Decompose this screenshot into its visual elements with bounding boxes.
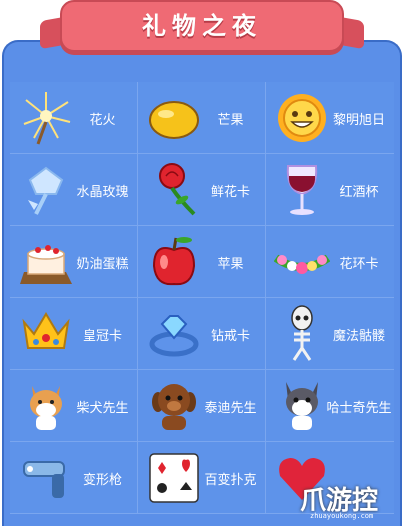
gift-label: 黎明旭日 [332,112,385,128]
gift-label: 花环卡 [339,256,379,272]
gift-item[interactable]: 花火 [10,82,138,154]
wine-glass-icon [286,165,318,215]
gift-item[interactable]: 苹果 [138,226,266,298]
gift-label: 奶油蛋糕 [76,256,129,272]
gift-label: 鲜花卡 [210,184,250,200]
gift-grid: 花火 芒果 黎明旭日 水晶玫瑰 鲜花卡 红酒杯 奶油蛋糕 苹果 花环卡 皇冠卡 … [10,82,394,514]
gift-item[interactable]: 钻戒卡 [138,298,266,370]
toy-gun-icon [23,461,65,498]
watermark: 爪游控 zhuayoukong.com [276,478,396,522]
gift-label: 钻戒卡 [210,328,250,344]
gift-item[interactable]: 水晶玫瑰 [10,154,138,226]
gift-item[interactable]: 奶油蛋糕 [10,226,138,298]
diamond-ring-icon [149,315,199,357]
apple-icon [152,237,196,286]
gift-label: 百变扑克 [204,472,257,488]
gift-item[interactable]: 鲜花卡 [138,154,266,226]
gift-item[interactable]: 芒果 [138,82,266,154]
gift-label: 魔法骷髅 [332,328,385,344]
cake-icon [20,245,72,284]
gift-item[interactable]: 哈士奇先生 [266,370,394,442]
gift-label: 水晶玫瑰 [76,184,129,200]
playing-cards-icon [149,453,199,503]
page-title: 礼物之夜 [142,12,262,40]
husky-icon [286,382,318,430]
gift-label: 泰迪先生 [204,400,257,416]
gift-item[interactable]: 泰迪先生 [138,370,266,442]
gift-item[interactable]: 变形枪 [10,442,138,514]
garland-icon [274,254,330,274]
gift-label: 花火 [89,112,116,128]
gift-label: 哈士奇先生 [326,400,392,416]
gift-label: 柴犬先生 [76,400,129,416]
gift-label: 皇冠卡 [82,328,122,344]
gift-label: 苹果 [217,256,244,272]
gift-item[interactable]: 红酒杯 [266,154,394,226]
mango-icon [149,101,199,139]
rose-icon [159,163,196,216]
shiba-icon [30,386,62,430]
gift-label: 芒果 [217,112,244,128]
gift-label: 红酒杯 [339,184,379,200]
gift-item[interactable]: 柴犬先生 [10,370,138,442]
gift-item[interactable]: 百变扑克 [138,442,266,514]
gift-item[interactable]: 皇冠卡 [10,298,138,370]
crown-icon [22,312,70,349]
gift-item[interactable]: 魔法骷髅 [266,298,394,370]
title-banner: 礼物之夜 [60,0,344,52]
gift-item[interactable]: 花环卡 [266,226,394,298]
sun-icon [278,94,326,142]
skeleton-icon [291,305,313,361]
crystal-rose-icon [28,166,64,215]
fireworks-icon [23,92,71,145]
watermark-url: zhuayoukong.com [310,512,374,520]
gift-item[interactable]: 黎明旭日 [266,82,394,154]
gift-label: 变形枪 [82,472,122,488]
teddy-dog-icon [152,384,196,430]
